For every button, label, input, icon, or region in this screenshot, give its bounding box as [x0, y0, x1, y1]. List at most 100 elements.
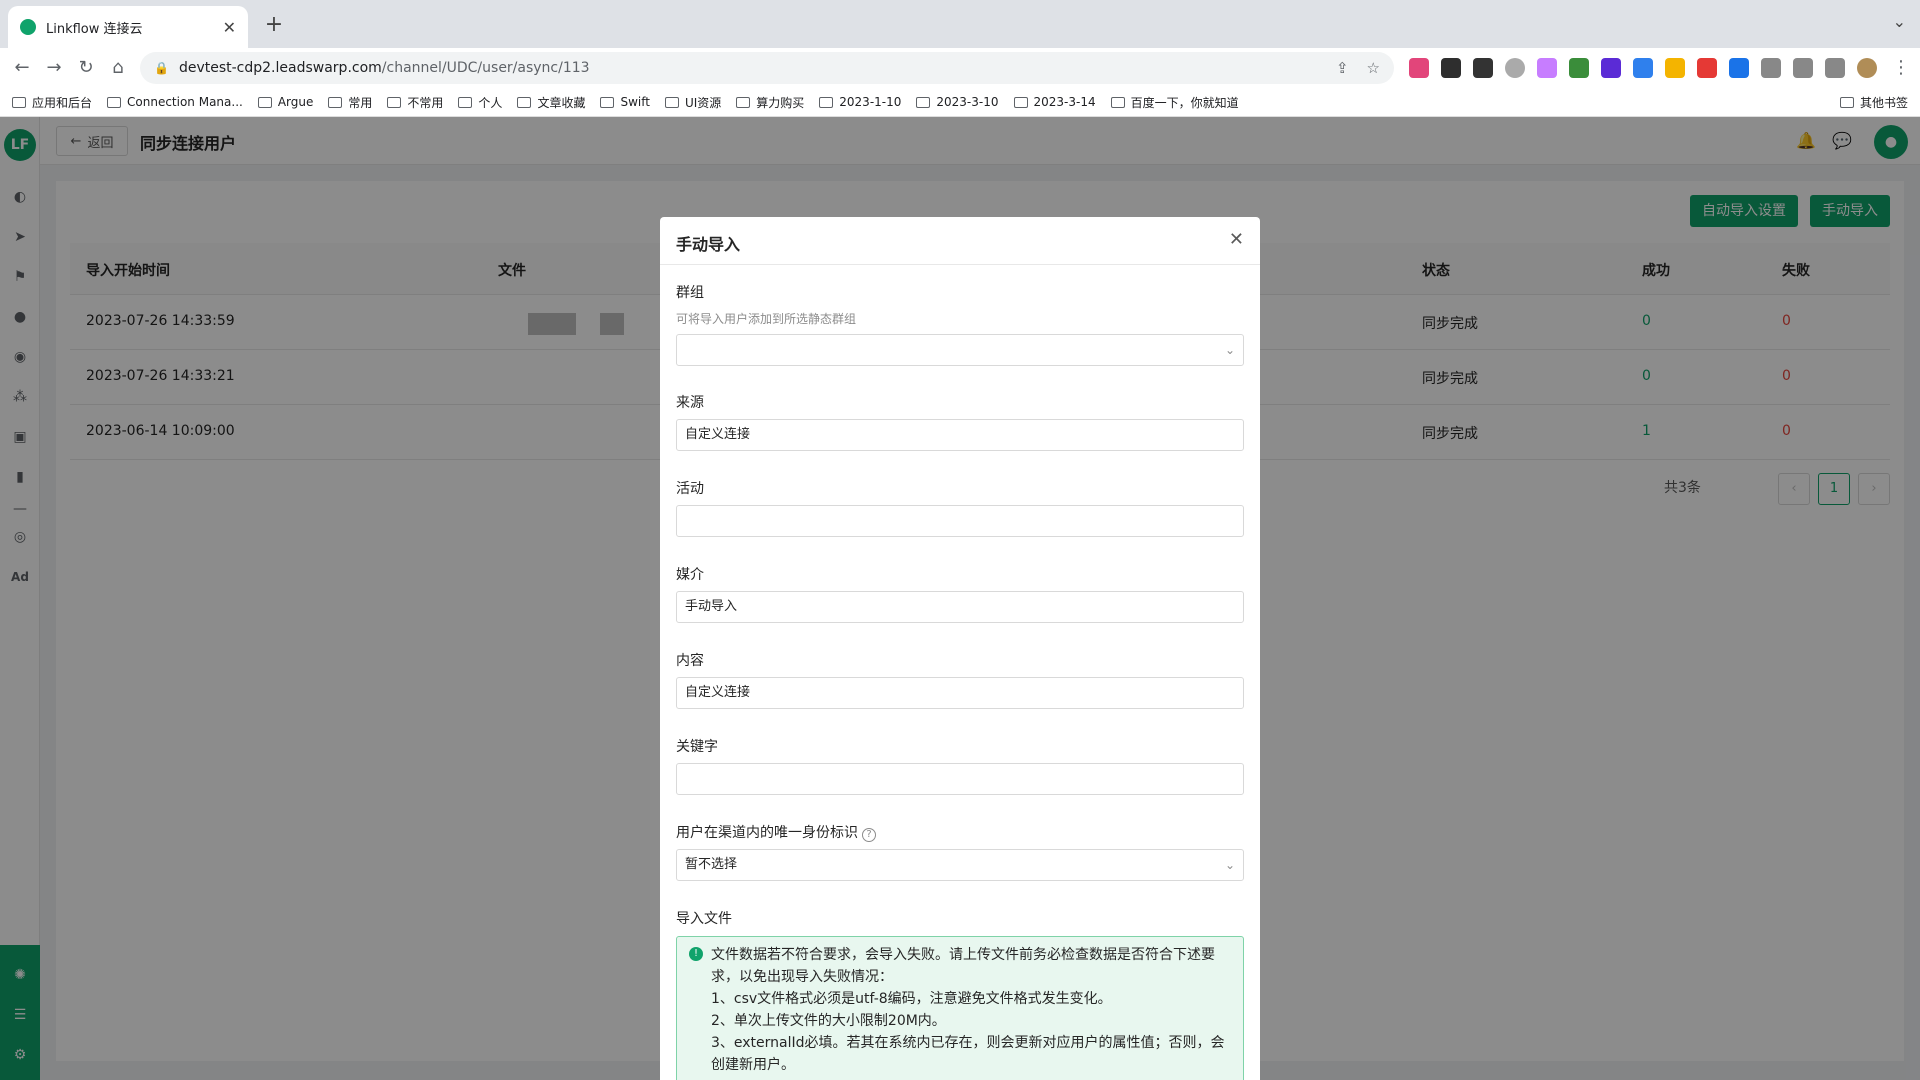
bookmark-item[interactable]: 文章收藏 — [517, 94, 585, 111]
more-menu-icon[interactable]: ⋮ — [1887, 54, 1915, 82]
new-tab-icon[interactable]: + — [260, 12, 288, 37]
other-bookmarks-label: 其他书签 — [1859, 96, 1908, 110]
group-hint: 可将导入用户添加到所选静态群组 — [676, 312, 857, 326]
back-arrow-icon[interactable]: ← — [8, 54, 36, 82]
folder-icon — [12, 96, 26, 108]
modal-title: 手动导入 — [676, 235, 741, 254]
bookmark-item[interactable]: 2023-3-10 — [916, 95, 999, 109]
bookmark-item[interactable]: UI资源 — [664, 94, 722, 111]
help-icon[interactable]: ? — [862, 828, 876, 842]
bookmark-label: Argue — [277, 95, 314, 109]
side-panel-icon[interactable] — [1825, 58, 1845, 78]
bookmark-label: 2023-3-10 — [936, 95, 999, 109]
bookmarks-bar: 应用和后台 Connection Mana... Argue 常用 不常用 个人 文章收藏 S… — [0, 88, 1920, 117]
browser-tab[interactable]: Linkflow 连接云 ✕ — [8, 6, 248, 48]
lock-icon: 🔒 — [154, 61, 169, 75]
keyword-input[interactable] — [676, 763, 1244, 795]
folder-icon — [517, 96, 532, 108]
alert-line: 文件数据若不符合要求，会导入失败。请上传文件前务必检查数据是否符合下述要求，以免… — [711, 947, 1215, 985]
other-bookmarks[interactable]: 其他书签 — [1839, 94, 1908, 111]
modal-header: 手动导入 ✕ — [660, 217, 1260, 265]
folder-icon — [1839, 97, 1854, 108]
profile-avatar-icon[interactable] — [1857, 58, 1877, 78]
source-input[interactable]: 自定义连接 — [676, 419, 1244, 451]
extension-icon[interactable] — [1601, 58, 1621, 78]
browser-toolbar: ← → ↻ ⌂ 🔒 devtest-cdp2.leadswarp.com/cha… — [0, 48, 1920, 88]
chevron-down-icon: ⌄ — [1224, 858, 1235, 872]
identity-label: 用户在渠道内的唯一身份标识? — [676, 822, 876, 842]
bookmark-label: 2023-1-10 — [839, 95, 902, 109]
tab-title: Linkflow 连接云 — [46, 21, 143, 37]
reload-icon[interactable]: ↻ — [72, 54, 100, 82]
alert-line: 2、单次上传文件的大小限制20M内。 — [711, 1013, 946, 1029]
puzzle-icon[interactable] — [1761, 58, 1781, 78]
extension-icon[interactable] — [1633, 58, 1653, 78]
bookmark-label: 2023-3-14 — [1033, 95, 1096, 109]
bookmark-label: Connection Mana... — [127, 95, 243, 109]
folder-icon — [664, 96, 679, 108]
bookmark-item[interactable]: 2023-3-14 — [1013, 95, 1096, 109]
tab-strip: Linkflow 连接云 ✕ + ⌄ — [0, 0, 1920, 48]
content-input[interactable]: 自定义连接 — [676, 677, 1244, 709]
folder-icon — [458, 96, 473, 108]
bookmark-label: 不常用 — [407, 95, 444, 110]
bookmark-item[interactable]: 2023-1-10 — [819, 95, 901, 109]
file-label: 导入文件 — [676, 911, 732, 927]
campaign-input[interactable] — [676, 505, 1244, 537]
share-icon[interactable]: ⇪ — [1336, 59, 1349, 77]
bookmark-label: 个人 — [478, 95, 503, 110]
bookmark-item[interactable]: 算力购买 — [736, 94, 804, 111]
bookmark-star-icon[interactable]: ☆ — [1367, 59, 1380, 77]
alert-line: 3、externalId必填。若其在系统内已存在，则会更新对应用户的属性值；否则… — [711, 1035, 1225, 1073]
bookmark-label: 常用 — [348, 95, 373, 110]
extension-icon[interactable] — [1473, 58, 1493, 78]
chevron-down-icon: ⌄ — [1224, 343, 1235, 357]
folder-icon — [387, 96, 402, 108]
extension-icon[interactable] — [1569, 58, 1589, 78]
bookmark-label: 文章收藏 — [537, 95, 586, 110]
folder-icon — [736, 96, 751, 108]
bookmark-item[interactable]: 个人 — [458, 94, 502, 111]
tab-search-icon[interactable]: ⌄ — [1893, 12, 1906, 31]
home-icon[interactable]: ⌂ — [104, 54, 132, 82]
extension-icon[interactable] — [1409, 58, 1429, 78]
extension-icon[interactable] — [1441, 58, 1461, 78]
close-tab-icon[interactable]: ✕ — [223, 18, 236, 37]
manual-import-modal: 手动导入 ✕ 群组 可将导入用户添加到所选静态群组 ⌄ 来源 自定义连接 活动 … — [660, 217, 1260, 1080]
address-bar[interactable]: 🔒 devtest-cdp2.leadswarp.com/channel/UDC… — [140, 52, 1394, 84]
identity-select[interactable]: 暂不选择 ⌄ — [676, 849, 1244, 881]
medium-input[interactable]: 手动导入 — [676, 591, 1244, 623]
bookmark-label: UI资源 — [684, 95, 722, 110]
close-icon[interactable]: ✕ — [1229, 229, 1244, 250]
download-icon[interactable] — [1793, 58, 1813, 78]
bookmark-item[interactable]: Argue — [257, 95, 314, 109]
bookmark-item[interactable]: 不常用 — [387, 94, 443, 111]
forward-arrow-icon[interactable]: → — [40, 54, 68, 82]
extension-icon[interactable] — [1697, 58, 1717, 78]
bookmark-item[interactable]: Connection Mana... — [107, 95, 243, 109]
medium-label: 媒介 — [676, 567, 704, 583]
bookmark-item[interactable]: 百度一下，你就知道 — [1110, 94, 1239, 111]
file-requirements-alert: ! 文件数据若不符合要求，会导入失败。请上传文件前务必检查数据是否符合下述要求，… — [676, 936, 1244, 1080]
extension-icon[interactable] — [1537, 58, 1557, 78]
content-label: 内容 — [676, 653, 704, 669]
source-label: 来源 — [676, 395, 704, 411]
extension-icon[interactable] — [1665, 58, 1685, 78]
group-select[interactable]: ⌄ — [676, 334, 1244, 366]
alert-text: 文件数据若不符合要求，会导入失败。请上传文件前务必检查数据是否符合下述要求，以免… — [711, 944, 1231, 1076]
keyword-label: 关键字 — [676, 739, 718, 755]
url-text: devtest-cdp2.leadswarp.com/channel/UDC/u… — [178, 60, 590, 76]
extension-icon[interactable] — [1729, 58, 1749, 78]
identity-label-text: 用户在渠道内的唯一身份标识 — [676, 825, 858, 841]
folder-icon — [600, 96, 615, 108]
favicon-icon — [20, 19, 36, 35]
folder-icon — [819, 96, 834, 108]
folder-icon — [257, 96, 272, 108]
bookmark-item[interactable]: 应用和后台 — [12, 94, 92, 111]
alert-line: 1、csv文件格式必须是utf-8编码，注意避免文件格式发生变化。 — [711, 991, 1112, 1007]
bookmark-item[interactable]: 常用 — [328, 94, 372, 111]
bookmark-label: Swift — [620, 95, 650, 109]
identity-select-value: 暂不选择 — [685, 857, 738, 872]
extension-icon[interactable] — [1505, 58, 1525, 78]
bookmark-item[interactable]: Swift — [600, 95, 650, 109]
